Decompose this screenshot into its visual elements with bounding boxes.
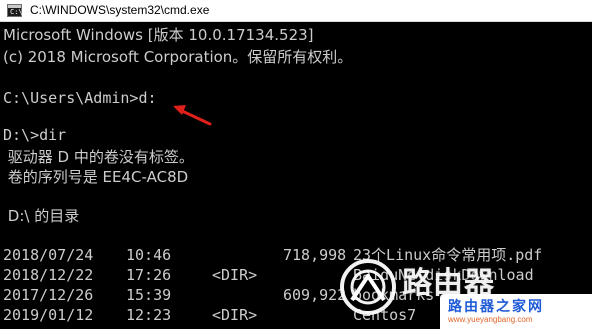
cmd-icon: C:\ [7,4,23,17]
red-arrow-icon [173,105,212,126]
prompt-line-2: D:\>dir [3,126,67,144]
entry-time: 10:46 [126,246,172,264]
entry-date: 2018/12/22 [3,266,94,284]
watermark-site-name: 路由器之家网 [448,299,544,315]
entry-time: 12:23 [126,306,172,324]
site-watermark: 路由器 路由器之家网 www.yueyangbang.com [338,250,592,329]
entry-date: 2019/01/12 [3,306,94,324]
entry-time: 17:26 [126,266,172,284]
serial-number-line: 卷的序列号是 EE4C-AC8D [3,168,189,186]
banner-line-1: Microsoft Windows [版本 10.0.17134.523] [3,26,314,44]
entry-date: 2018/07/24 [3,246,94,264]
banner-line-2: (c) 2018 Microsoft Corporation。保留所有权利。 [3,48,353,66]
router-logo-icon [340,259,396,315]
window-title: C:\WINDOWS\system32\cmd.exe [30,3,210,17]
entry-size: 718,998 [283,246,347,264]
watermark-banner: 路由器之家网 www.yueyangbang.com [440,294,592,329]
directory-of-line: D:\ 的目录 [3,207,80,225]
entry-size: 609,922 [283,286,347,304]
entry-time: 15:39 [126,286,172,304]
volume-label-line: 驱动器 D 中的卷没有标签。 [3,148,194,166]
entry-dir-flag: <DIR> [212,266,258,284]
entry-date: 2017/12/26 [3,286,94,304]
watermark-url: www.yueyangbang.com [448,315,533,324]
cmd-window: C:\ C:\WINDOWS\system32\cmd.exe Microsof… [0,0,592,329]
title-bar[interactable]: C:\ C:\WINDOWS\system32\cmd.exe [0,0,592,22]
prompt-line-1: C:\Users\Admin>d: [3,89,157,107]
entry-dir-flag: <DIR> [212,306,258,324]
